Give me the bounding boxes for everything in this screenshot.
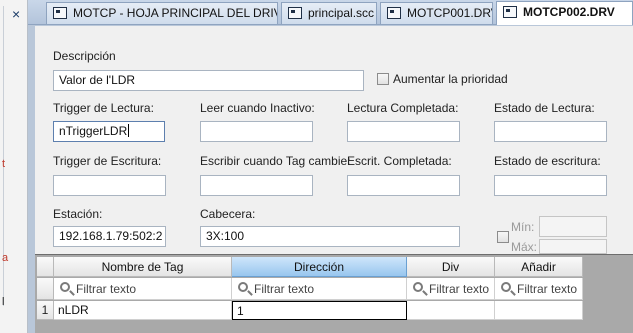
column-header-div[interactable]: Div: [407, 257, 495, 277]
station-field[interactable]: 192.168.1.79:502:2: [53, 226, 166, 247]
trigger-read-value: nTriggerLDR: [59, 124, 128, 138]
header-field[interactable]: 3X:100: [200, 226, 460, 247]
document-icon: [288, 7, 302, 19]
column-header-address[interactable]: Dirección: [232, 257, 407, 277]
filter-placeholder: Filtrar texto: [76, 282, 137, 296]
trigger-read-field[interactable]: nTriggerLDR: [53, 121, 165, 142]
tab-motcp002[interactable]: MOTCP002.DRV: [496, 1, 633, 25]
min-label: Mín:: [511, 220, 535, 234]
driver-sheet-header-form: Descripción Valor de l'LDR Aumentar la p…: [35, 26, 633, 254]
trigger-read-label: Trigger de Lectura:: [53, 101, 154, 115]
tab-label: MOTCP002.DRV: [523, 5, 615, 19]
tab-motcp001[interactable]: MOTCP001.DRV: [380, 2, 493, 24]
document-icon: [53, 7, 67, 19]
read-inactive-label: Leer cuando Inactivo:: [200, 101, 315, 115]
write-status-field[interactable]: [494, 175, 607, 196]
document-icon: [387, 7, 401, 19]
previous-panel-strip: × t a l: [0, 0, 28, 333]
tab-principal-scc[interactable]: principal.scc: [281, 2, 377, 24]
read-complete-field[interactable]: [347, 121, 460, 142]
truncated-text: t: [2, 158, 6, 170]
row-number[interactable]: 1: [37, 301, 54, 320]
write-on-change-label: Escribir cuando Tag cambie:: [200, 154, 351, 168]
filter-placeholder: Filtrar texto: [254, 282, 315, 296]
write-status-label: Estado de escritura:: [494, 154, 601, 168]
grid-corner: [37, 257, 54, 277]
search-icon: [238, 282, 248, 292]
read-complete-label: Lectura Completada:: [347, 101, 459, 115]
max-label: Máx:: [511, 240, 538, 254]
cell-address[interactable]: 1: [232, 301, 407, 320]
filter-placeholder: Filtrar texto: [517, 282, 578, 296]
trigger-write-label: Trigger de Escritura:: [53, 154, 162, 168]
max-field[interactable]: [539, 239, 607, 254]
column-header-tag-name[interactable]: Nombre de Tag: [54, 257, 232, 277]
read-status-field[interactable]: [494, 121, 607, 142]
document-tab-bar: MOTCP - HOJA PRINCIPAL DEL DRIVER princi…: [28, 0, 633, 25]
cell-div[interactable]: [407, 301, 495, 320]
write-on-change-field[interactable]: [200, 175, 313, 196]
tab-label: MOTCP - HOJA PRINCIPAL DEL DRIVER: [73, 6, 278, 20]
read-status-label: Estado de Lectura:: [494, 101, 595, 115]
filter-row-header: [37, 278, 54, 300]
filter-div[interactable]: Filtrar texto: [407, 278, 495, 300]
truncated-text: a: [2, 252, 9, 264]
description-label: Descripción: [53, 49, 116, 63]
tab-label: principal.scc: [308, 6, 375, 20]
close-icon[interactable]: ×: [12, 6, 20, 22]
write-complete-label: Escrit. Completada:: [347, 154, 452, 168]
tab-motcp-main[interactable]: MOTCP - HOJA PRINCIPAL DEL DRIVER: [46, 2, 278, 24]
write-complete-field[interactable]: [347, 175, 460, 196]
increase-priority-checkbox[interactable]: [377, 73, 389, 85]
header-label: Cabecera:: [200, 207, 256, 221]
column-header-add[interactable]: Añadir: [495, 257, 583, 277]
description-field[interactable]: Valor de l'LDR: [53, 70, 364, 91]
text-caret: [128, 124, 130, 137]
cell-add[interactable]: [495, 301, 583, 320]
min-field[interactable]: [539, 216, 607, 237]
filter-tag-name[interactable]: Filtrar texto: [54, 278, 232, 300]
tag-grid: 1 Nombre de Tag Dirección Div Añadir Fil…: [35, 254, 633, 333]
filter-add[interactable]: Filtrar texto: [495, 278, 583, 300]
tab-label: MOTCP001.DRV: [407, 6, 493, 20]
filter-address[interactable]: Filtrar texto: [232, 278, 407, 300]
search-icon: [501, 282, 511, 292]
cell-tag-name[interactable]: nLDR: [54, 301, 232, 320]
station-label: Estación:: [53, 207, 103, 221]
read-inactive-field[interactable]: [200, 121, 313, 142]
document-icon: [503, 6, 517, 18]
trigger-write-field[interactable]: [53, 175, 166, 196]
search-icon: [413, 282, 423, 292]
min-max-checkbox[interactable]: [497, 231, 509, 243]
filter-placeholder: Filtrar texto: [429, 282, 490, 296]
search-icon: [60, 282, 70, 292]
increase-priority-label: Aumentar la prioridad: [393, 72, 508, 86]
truncated-text: l: [2, 296, 5, 308]
